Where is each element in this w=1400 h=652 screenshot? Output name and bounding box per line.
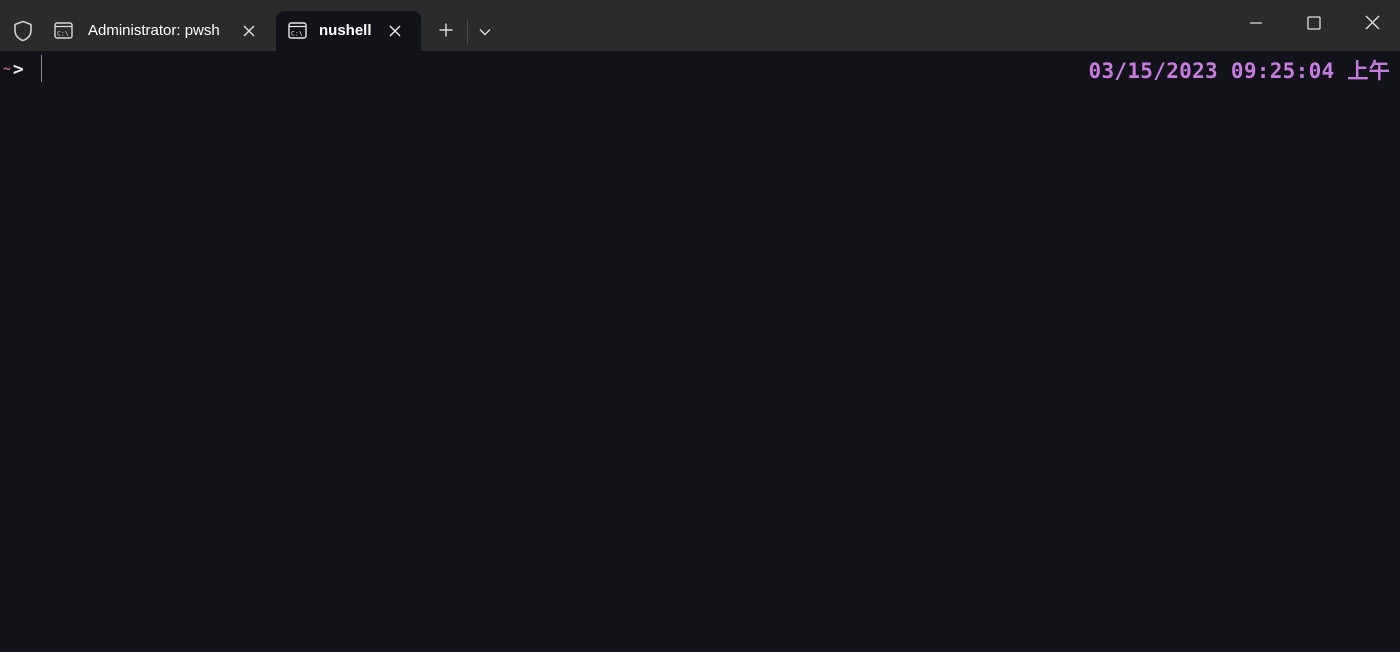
prompt: ~ >: [3, 58, 24, 80]
text-cursor: [41, 55, 42, 82]
close-icon[interactable]: [241, 23, 257, 39]
new-tab-button[interactable]: [434, 20, 458, 44]
tab-nushell[interactable]: C:\ nushell: [276, 11, 421, 51]
shield-icon: [11, 19, 35, 43]
maximize-icon: [1307, 15, 1321, 35]
console-icon: C:\: [288, 22, 308, 40]
prompt-indicator: >: [12, 58, 24, 80]
terminal-area[interactable]: ~ > 03/15/2023 09:25:04 上午: [0, 51, 1400, 652]
tab-label: nushell: [319, 22, 372, 39]
close-icon: [1365, 15, 1380, 35]
svg-text:C:\: C:\: [291, 30, 303, 38]
terminal-window: C:\ Administrator: pwsh C:\ nushell ~ > …: [0, 0, 1400, 652]
minimize-icon: [1249, 16, 1263, 35]
svg-text:C:\: C:\: [57, 30, 69, 38]
close-window-button[interactable]: [1354, 10, 1390, 40]
right-prompt-datetime: 03/15/2023 09:25:04 上午: [1088, 59, 1390, 83]
plus-icon: [439, 23, 453, 42]
chevron-down-icon: [479, 23, 491, 41]
prompt-directory: ~: [3, 61, 11, 77]
title-bar[interactable]: C:\ Administrator: pwsh C:\ nushell: [0, 0, 1400, 51]
minimize-button[interactable]: [1238, 10, 1274, 40]
tab-dropdown-button[interactable]: [474, 20, 496, 44]
close-icon[interactable]: [387, 23, 403, 39]
tab-divider: [467, 19, 468, 45]
maximize-button[interactable]: [1296, 10, 1332, 40]
tab-administrator-pwsh[interactable]: C:\ Administrator: pwsh: [42, 11, 272, 51]
console-icon: C:\: [54, 22, 74, 40]
tab-label: Administrator: pwsh: [88, 22, 220, 39]
